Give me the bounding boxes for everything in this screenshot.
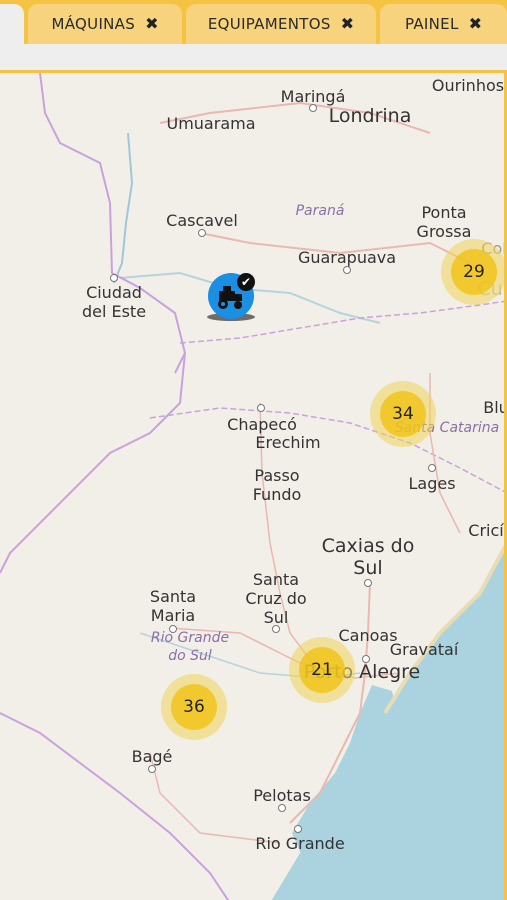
city-dot [343,266,351,274]
city-dot [294,825,302,833]
check-icon: ✔ [237,273,255,291]
city-ciudad-del-este: Ciudad del Este [81,283,147,321]
tab-painel-label: PAINEL [404,15,459,33]
tab-painel[interactable]: PAINEL ✖ [380,4,507,44]
close-icon[interactable]: ✖ [341,16,354,32]
cluster-count: 21 [299,647,345,693]
border-argentina [0,352,186,574]
state-rio-grande-do-sul: Rio Grande do Sul [150,630,230,664]
map-view[interactable]: Ourinhos Maringá Londrina Umuarama Casca… [0,70,507,900]
city-pelotas: Pelotas [253,786,311,805]
cluster-marker[interactable]: 29 [441,239,504,305]
city-dot [278,804,286,812]
city-londrina: Londrina [328,105,412,127]
city-ourinhos: Ourinhos [431,76,505,95]
city-lages: Lages [408,474,456,493]
city-dot [148,765,156,773]
cluster-count: 34 [380,391,426,437]
border-uruguay [0,712,230,900]
close-icon[interactable]: ✖ [469,16,482,32]
tab-content-strip [0,44,507,70]
city-canoas: Canoas [338,626,398,645]
city-edge-blu: Blu [483,398,507,417]
road-7 [429,373,461,534]
city-edge-cric: Cricí [468,521,504,540]
city-passo-fundo: Passo Fundo [252,466,302,504]
city-umuarama: Umuarama [166,114,256,133]
city-dot [257,404,265,412]
tab-maquinas[interactable]: MÁQUINAS ✖ [28,4,182,44]
close-icon[interactable]: ✖ [145,16,158,32]
tab-bar: MÁQUINAS ✖ EQUIPAMENTOS ✖ PAINEL ✖ [0,0,507,44]
cluster-marker[interactable]: 34 [370,381,436,447]
city-santa-maria: Santa Maria [149,587,197,625]
city-ponta-grossa: Ponta Grossa [416,203,472,241]
city-dot [364,579,372,587]
border-paraguay [39,73,187,374]
city-guarapuava: Guarapuava [297,248,397,267]
city-dot [272,625,280,633]
city-rio-grande: Rio Grande [255,834,345,853]
city-erechim: Erechim [255,433,321,452]
cluster-marker[interactable]: 36 [161,674,227,740]
city-cascavel: Cascavel [166,211,238,230]
city-bage: Bagé [131,747,173,766]
city-gravatai: Gravataí [389,640,459,659]
cluster-marker[interactable]: 21 [289,637,355,703]
city-dot [428,464,436,472]
tab-partial-left[interactable] [0,4,24,44]
city-dot [110,274,118,282]
cluster-count: 36 [171,684,217,730]
city-chapeco: Chapecó [227,415,297,434]
city-dot [198,229,206,237]
river-parana [113,132,134,284]
cluster-count: 29 [451,249,497,295]
tab-maquinas-label: MÁQUINAS [51,15,136,33]
city-santa-cruz-do-sul: Santa Cruz do Sul [245,570,307,627]
city-caxias-do-sul: Caxias do Sul [321,535,415,579]
city-dot [309,104,317,112]
tab-equipamentos-label: EQUIPAMENTOS [207,15,331,33]
state-parana: Paraná [295,203,345,219]
tab-equipamentos[interactable]: EQUIPAMENTOS ✖ [186,4,376,44]
